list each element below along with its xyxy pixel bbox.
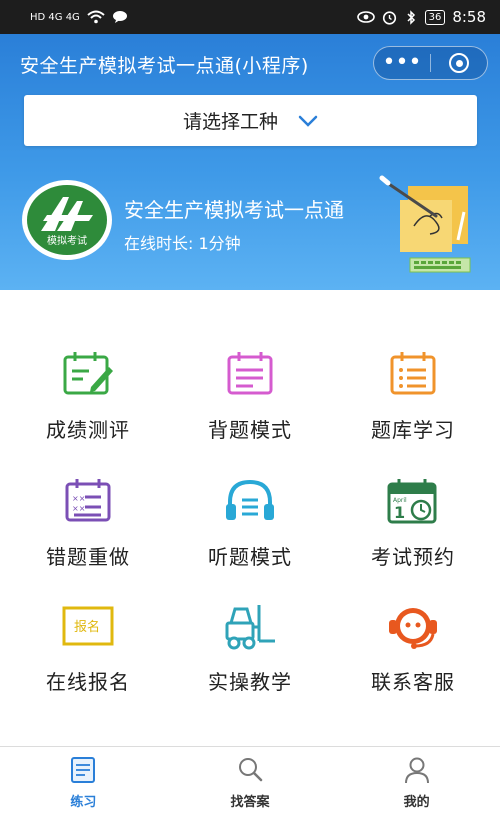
- menu-label: 考试预约: [371, 545, 455, 569]
- menu-label: 成绩测评: [46, 418, 130, 442]
- network-indicators: HD 4G 4G: [30, 11, 80, 23]
- practice-icon: [71, 757, 96, 783]
- signup-badge-text: 报名: [74, 619, 100, 635]
- online-time: 在线时长: 1分钟: [124, 234, 241, 253]
- memorize-list-icon: [220, 346, 280, 402]
- menu-item-question-bank[interactable]: 题库学习: [330, 346, 496, 466]
- headphones-icon: [220, 473, 280, 529]
- more-dots-icon[interactable]: •••: [374, 46, 430, 80]
- page-title: 安全生产模拟考试一点通(小程序): [20, 55, 309, 77]
- study-desk-illustration: [379, 175, 471, 273]
- tab-label: 我的: [403, 795, 430, 810]
- app-logo: 模拟考试: [22, 180, 112, 260]
- chevron-down-icon: [298, 115, 318, 127]
- menu-item-customer-service[interactable]: 联系客服: [330, 598, 496, 718]
- eye-icon: [356, 11, 375, 23]
- job-type-selector[interactable]: 请选择工种: [24, 95, 477, 146]
- bluetooth-vibrate-icon: [407, 9, 415, 25]
- calendar-day: 1: [394, 503, 405, 522]
- logo-text: 模拟考试: [47, 236, 87, 247]
- menu-label: 在线报名: [46, 670, 130, 694]
- menu-label: 联系客服: [371, 670, 455, 694]
- customer-service-icon: [383, 598, 443, 654]
- menu-item-memorize-mode[interactable]: 背题模式: [167, 346, 333, 466]
- user-icon: [404, 757, 429, 784]
- forklift-icon: [220, 598, 280, 654]
- battery-indicator: 36: [424, 9, 446, 25]
- bottom-tab-bar: 练习 找答案 我的: [0, 746, 500, 817]
- score-edit-icon: [58, 346, 118, 402]
- chat-bubble-icon: [112, 11, 127, 23]
- svg-text:××: ××: [72, 504, 85, 513]
- menu-item-exam-booking[interactable]: April 1 考试预约: [330, 473, 496, 593]
- alarm-icon: [382, 10, 396, 25]
- menu-label: 错题重做: [46, 545, 130, 569]
- menu-item-score-evaluation[interactable]: 成绩测评: [5, 346, 171, 466]
- menu-label: 题库学习: [371, 418, 455, 442]
- calendar-clock-icon: April 1: [383, 473, 443, 529]
- menu-label: 实操教学: [208, 670, 292, 694]
- status-right: 36 8:58: [356, 8, 486, 26]
- close-miniprogram-button[interactable]: [431, 53, 487, 73]
- menu-item-online-signup[interactable]: 报名 在线报名: [5, 598, 171, 718]
- tab-label: 练习: [70, 795, 97, 810]
- menu-item-wrong-questions[interactable]: ×× ×× 错题重做: [5, 473, 171, 593]
- svg-text:××: ××: [72, 494, 85, 503]
- status-left: HD 4G 4G: [30, 10, 128, 24]
- wrong-questions-icon: ×× ××: [58, 473, 118, 529]
- menu-label: 背题模式: [208, 418, 292, 442]
- close-miniprogram-icon: [449, 53, 469, 73]
- tab-mine[interactable]: 我的: [333, 747, 500, 817]
- menu-label: 听题模式: [208, 545, 292, 569]
- clock: 8:58: [452, 8, 486, 26]
- question-bank-icon: [383, 346, 443, 402]
- menu-item-listen-mode[interactable]: 听题模式: [167, 473, 333, 593]
- signup-badge-icon: 报名: [58, 598, 118, 654]
- status-bar: HD 4G 4G 36 8:58: [0, 0, 500, 34]
- menu-item-practical-teaching[interactable]: 实操教学: [167, 598, 333, 718]
- tab-find-answer[interactable]: 找答案: [167, 747, 334, 817]
- search-icon: [239, 758, 263, 782]
- exam-title: 安全生产模拟考试一点通: [124, 198, 344, 222]
- miniprogram-capsule: •••: [373, 46, 488, 80]
- wifi-icon: [87, 10, 105, 24]
- selector-label: 请选择工种: [182, 111, 278, 133]
- tab-practice[interactable]: 练习: [0, 747, 167, 817]
- tab-label: 找答案: [230, 795, 270, 810]
